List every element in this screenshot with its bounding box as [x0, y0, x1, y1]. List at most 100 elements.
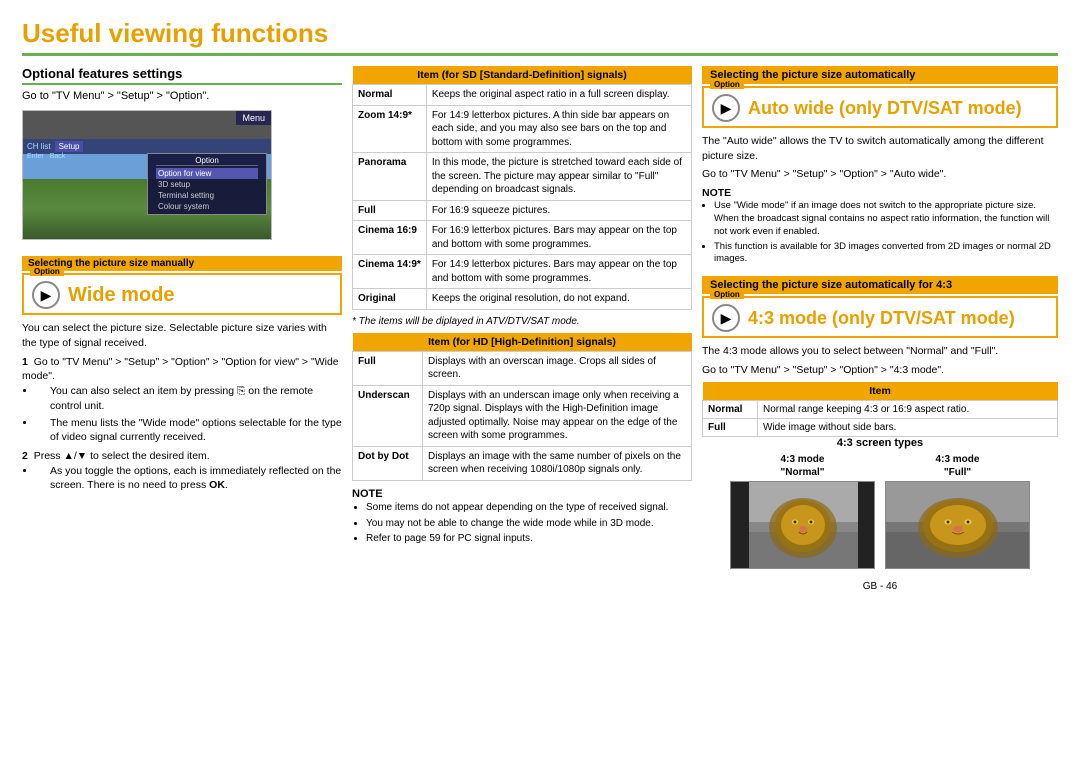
sd-desc-zoom: For 14:9 letterbox pictures. A thin side…	[426, 105, 691, 153]
table-row: Full Wide image without side bars.	[703, 418, 1058, 436]
page: Useful viewing functions Optional featur…	[0, 0, 1080, 763]
lion-normal-svg	[731, 482, 875, 569]
option-panel: Option Option for view 3D setup Terminal…	[147, 153, 267, 215]
step-1-bullet-2: The menu lists the "Wide mode" options s…	[36, 416, 342, 445]
auto-note-list: Use "Wide mode" if an image does not swi…	[714, 200, 1058, 266]
four-three-title: 4:3 mode (only DTV/SAT mode)	[748, 308, 1015, 329]
page-number: GB - 46	[702, 581, 1058, 592]
table-row: Cinema 16:9 For 16:9 letterbox pictures.…	[353, 221, 692, 255]
step-1-num: 1	[22, 356, 28, 368]
sd-desc-panorama: In this mode, the picture is stretched t…	[426, 153, 691, 201]
middle-note: NOTE Some items do not appear depending …	[352, 487, 692, 548]
ft-item-normal: Normal	[703, 400, 758, 418]
wide-mode-banner: Selecting the picture size manually	[22, 256, 342, 271]
sd-item-normal: Normal	[353, 85, 427, 106]
four-three-section: Selecting the picture size automatically…	[702, 276, 1058, 568]
wide-mode-body: You can select the picture size. Selecta…	[22, 321, 342, 350]
hd-item-dotbydot: Dot by Dot	[353, 446, 423, 480]
four-three-table-header: Item	[703, 382, 1058, 401]
sd-item-zoom: Zoom 14:9*	[353, 105, 427, 153]
four-three-table: Item Normal Normal range keeping 4:3 or …	[702, 382, 1058, 437]
step-2: 2 Press ▲/▼ to select the desired item. …	[22, 449, 342, 493]
steps-list: 1 Go to "TV Menu" > "Setup" > "Option" >…	[22, 355, 342, 493]
tab-chlist: CH list	[27, 142, 51, 151]
menu-bar-label: Menu	[236, 111, 271, 125]
option-item-3: Colour system	[156, 201, 258, 212]
table-row: Full Displays with an overscan image. Cr…	[353, 351, 692, 385]
lion-full-svg	[886, 482, 1030, 569]
table-row: Cinema 14:9* For 14:9 letterbox pictures…	[353, 255, 692, 289]
sd-desc-normal: Keeps the original aspect ratio in a ful…	[426, 85, 691, 106]
wide-mode-title: Wide mode	[68, 284, 175, 307]
wide-mode-section: Selecting the picture size manually Opti…	[22, 256, 342, 495]
step-2-bullets: As you toggle the options, each is immed…	[36, 464, 342, 493]
screen-normal-image	[730, 481, 875, 569]
right-column: Selecting the picture size automatically…	[702, 66, 1058, 751]
enter-label: Enter	[27, 153, 44, 160]
table-row: Zoom 14:9* For 14:9 letterbox pictures. …	[353, 105, 692, 153]
auto-note-item-2: This function is available for 3D images…	[714, 241, 1058, 267]
sd-item-cinema149: Cinema 14:9*	[353, 255, 427, 289]
table-row: Underscan Displays with an underscan ima…	[353, 385, 692, 446]
screen-full-wrap: 4:3 mode "Full"	[885, 453, 1030, 569]
auto-note-title: NOTE	[702, 186, 1058, 200]
auto-option-tag: Option	[710, 80, 744, 89]
main-content: Optional features settings Go to "TV Men…	[22, 66, 1058, 751]
nav-icons: Enter Back	[27, 153, 65, 160]
four-three-banner: Selecting the picture size automatically…	[702, 276, 1058, 294]
middle-note-item-3: Refer to page 59 for PC signal inputs.	[366, 532, 692, 546]
hd-desc-dotbydot: Displays an image with the same number o…	[423, 446, 692, 480]
wide-mode-icon: ▶	[32, 281, 60, 309]
screen-types-heading: 4:3 screen types	[702, 437, 1058, 449]
optional-features-section: Optional features settings Go to "TV Men…	[22, 66, 342, 240]
screen-full-image	[885, 481, 1030, 569]
auto-wide-body1: The "Auto wide" allows the TV to switch …	[702, 134, 1058, 163]
auto-wide-icon: ▶	[712, 94, 740, 122]
auto-wide-title: Auto wide (only DTV/SAT mode)	[748, 98, 1022, 119]
ft-desc-normal: Normal range keeping 4:3 or 16:9 aspect …	[758, 400, 1058, 418]
screen-normal-label: 4:3 mode "Normal"	[781, 453, 825, 479]
hd-table: Item (for HD [High-Definition] signals) …	[352, 333, 692, 481]
back-label: Back	[50, 153, 66, 160]
four-three-icon: ▶	[712, 304, 740, 332]
middle-note-item-1: Some items do not appear depending on th…	[366, 501, 692, 515]
four-three-option-box: Option ▶ 4:3 mode (only DTV/SAT mode)	[702, 296, 1058, 338]
ft-desc-full: Wide image without side bars.	[758, 418, 1058, 436]
sd-item-full: Full	[353, 200, 427, 221]
step-2-num: 2	[22, 450, 28, 462]
middle-note-title: NOTE	[352, 487, 692, 502]
sd-table-header: Item (for SD [Standard-Definition] signa…	[353, 66, 692, 85]
auto-wide-banner: Selecting the picture size automatically	[702, 66, 1058, 84]
step-1-text: Go to "TV Menu" > "Setup" > "Option" > "…	[22, 356, 339, 383]
hd-item-underscan: Underscan	[353, 385, 423, 446]
table-row: Dot by Dot Displays an image with the sa…	[353, 446, 692, 480]
four-three-body1: The 4:3 mode allows you to select betwee…	[702, 344, 1058, 359]
left-column: Optional features settings Go to "TV Men…	[22, 66, 342, 751]
sd-item-panorama: Panorama	[353, 153, 427, 201]
step-2-text: Press ▲/▼ to select the desired item.	[34, 450, 210, 462]
auto-wide-section: Selecting the picture size automatically…	[702, 66, 1058, 268]
table-row: Panorama In this mode, the picture is st…	[353, 153, 692, 201]
four-three-option-tag: Option	[710, 290, 744, 299]
hd-table-header: Item (for HD [High-Definition] signals)	[353, 333, 692, 352]
auto-wide-note: NOTE Use "Wide mode" if an image does no…	[702, 186, 1058, 266]
sd-desc-full: For 16:9 squeeze pictures.	[426, 200, 691, 221]
four-three-body2: Go to "TV Menu" > "Setup" > "Option" > "…	[702, 363, 1058, 378]
optional-heading: Optional features settings	[22, 66, 342, 85]
page-title: Useful viewing functions	[22, 18, 1058, 56]
sd-desc-cinema149: For 14:9 letterbox pictures. Bars may ap…	[426, 255, 691, 289]
hd-item-full: Full	[353, 351, 423, 385]
option-tag: Option	[30, 267, 64, 276]
auto-wide-body2: Go to "TV Menu" > "Setup" > "Option" > "…	[702, 167, 1058, 182]
table-row: Full For 16:9 squeeze pictures.	[353, 200, 692, 221]
sd-item-cinema169: Cinema 16:9	[353, 221, 427, 255]
screen-normal-wrap: 4:3 mode "Normal"	[730, 453, 875, 569]
sd-table: Item (for SD [Standard-Definition] signa…	[352, 66, 692, 310]
hd-desc-underscan: Displays with an underscan image only wh…	[423, 385, 692, 446]
screen-images: 4:3 mode "Normal"	[702, 453, 1058, 569]
go-to-text: Go to "TV Menu" > "Setup" > "Option".	[22, 89, 342, 104]
middle-note-item-2: You may not be able to change the wide m…	[366, 517, 692, 531]
screen-full-label: 4:3 mode "Full"	[936, 453, 980, 479]
step-1: 1 Go to "TV Menu" > "Setup" > "Option" >…	[22, 355, 342, 445]
middle-note-list: Some items do not appear depending on th…	[366, 501, 692, 546]
